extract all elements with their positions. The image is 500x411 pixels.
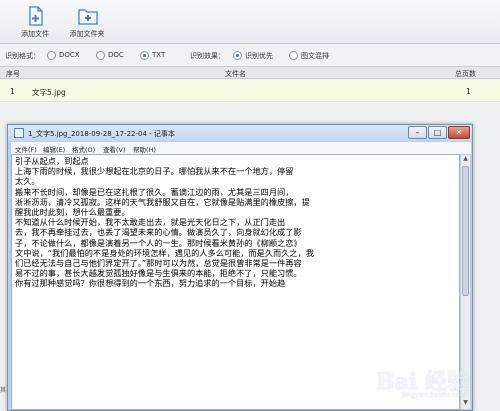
options-bar: 识别格式： DOCX DOC TXT 识别效果： 识别优先 图文混排	[0, 48, 500, 64]
table-row[interactable]: 1 文字5.jpg 1	[0, 80, 500, 102]
ocr-app: 添加文件 添加文件夹 识别格式： DOCX DOC TXT 识别效果： 识别优先…	[0, 0, 500, 411]
add-file-icon	[29, 6, 43, 26]
effect-label: 识别效果：	[190, 52, 225, 60]
notepad-menubar: 文件(F) 编辑(E) 格式(O) 查看(V) 帮助(H)	[11, 142, 471, 154]
notepad-content: 引子从起点，到起点 上海下雨的时候，我很少想起在北京的日子。哪怕我从来不在一个地…	[15, 156, 314, 289]
row-index: 1	[10, 87, 15, 96]
format-docx-label[interactable]: DOCX	[59, 51, 80, 59]
format-label: 识别格式：	[5, 52, 40, 60]
format-doc-label[interactable]: DOC	[108, 51, 124, 59]
format-txt-label[interactable]: TXT	[152, 51, 165, 59]
scroll-thumb[interactable]	[462, 166, 469, 296]
add-file-label: 添加文件	[21, 30, 49, 38]
row-pages: 1	[466, 87, 471, 96]
maximize-button[interactable]: □	[428, 126, 447, 139]
menu-format[interactable]: 格式(O)	[72, 144, 95, 154]
format-radio-txt[interactable]	[140, 51, 149, 60]
baidu-watermark: Bai 经验 jingyan.baidu.com	[372, 362, 492, 402]
format-radio-docx[interactable]	[47, 51, 56, 60]
notepad-title: 1_文字5.jpg_2018-09-28_17-22-04 - 记事本	[28, 130, 175, 138]
format-radio-doc[interactable]	[96, 51, 105, 60]
row-filename: 文字5.jpg	[32, 88, 66, 97]
effect-mixed-layout-label[interactable]: 图文混排	[301, 51, 329, 61]
column-filename: 文件名	[225, 70, 246, 78]
effect-radio-recognition-first[interactable]	[233, 51, 242, 60]
left-edge-text: 其	[0, 387, 7, 394]
column-pages: 总页数	[455, 70, 476, 78]
menu-view[interactable]: 查看(V)	[103, 144, 126, 154]
add-file-button[interactable]: 添加文件	[8, 3, 62, 41]
effect-radio-mixed-layout[interactable]	[289, 51, 298, 60]
minimize-button[interactable]: –	[408, 126, 427, 139]
toolbar: 添加文件 添加文件夹	[0, 0, 500, 44]
watermark-url: jingyan.baidu.com	[402, 391, 467, 399]
add-folder-button[interactable]: 添加文件夹	[60, 3, 114, 41]
add-folder-icon	[78, 9, 98, 25]
file-table-header: 序号 文件名 总页数	[0, 66, 500, 79]
close-button[interactable]: ✕	[448, 126, 470, 139]
notepad-app-icon	[14, 128, 24, 138]
notepad-titlebar[interactable]: 1_文字5.jpg_2018-09-28_17-22-04 - 记事本 – □ …	[8, 125, 472, 141]
menu-file[interactable]: 文件(F)	[15, 144, 37, 154]
effect-recognition-first-label[interactable]: 识别优先	[245, 51, 273, 61]
scroll-up-icon[interactable]: ▲	[461, 155, 470, 165]
column-index: 序号	[6, 70, 20, 78]
menu-edit[interactable]: 编辑(E)	[43, 144, 65, 154]
menu-help[interactable]: 帮助(H)	[133, 144, 156, 154]
add-folder-label: 添加文件夹	[69, 30, 105, 38]
